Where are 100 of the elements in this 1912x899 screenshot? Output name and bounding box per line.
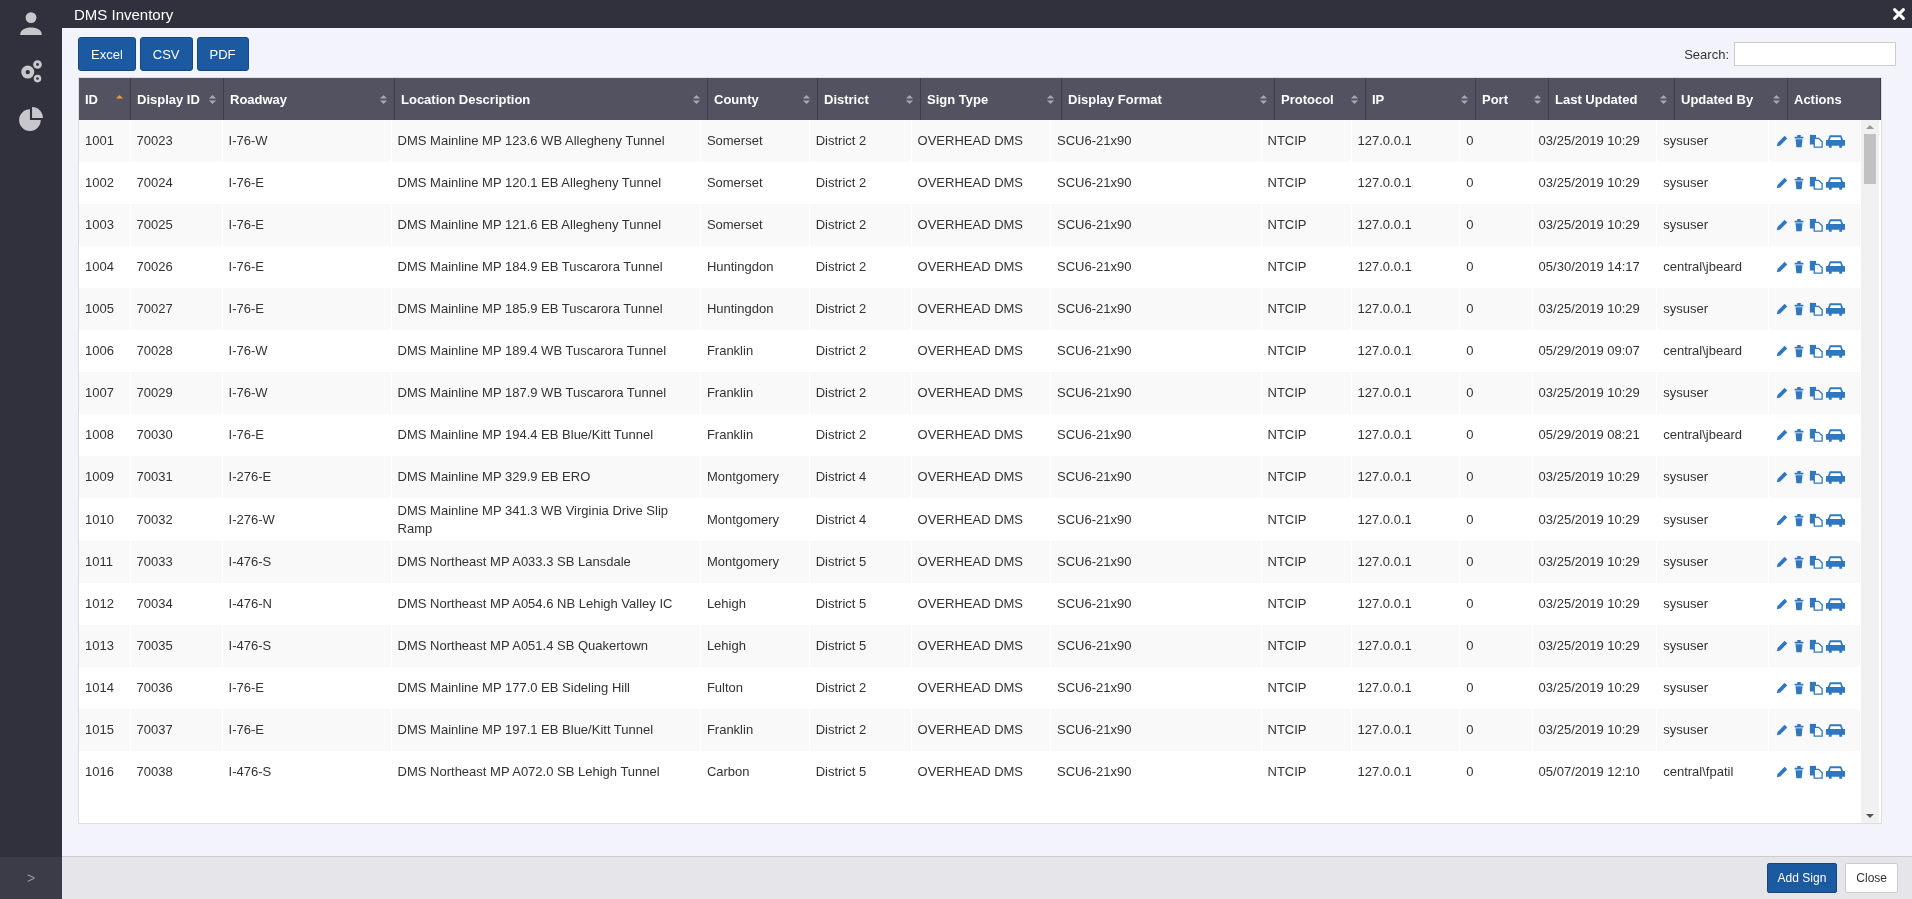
sort-icon[interactable]: [1350, 93, 1359, 105]
car-icon[interactable]: [1826, 723, 1845, 738]
pencil-icon[interactable]: [1775, 302, 1789, 316]
column-header[interactable]: Display Format: [1068, 91, 1162, 107]
copy-icon[interactable]: [1809, 555, 1823, 570]
car-icon[interactable]: [1826, 302, 1845, 316]
pencil-icon[interactable]: [1775, 260, 1789, 274]
copy-icon[interactable]: [1809, 260, 1823, 274]
pencil-icon[interactable]: [1775, 555, 1789, 570]
car-icon[interactable]: [1826, 555, 1845, 570]
pie-chart-icon[interactable]: [18, 106, 44, 132]
sort-icon[interactable]: [1259, 93, 1268, 105]
car-icon[interactable]: [1826, 512, 1845, 527]
pencil-icon[interactable]: [1775, 176, 1789, 190]
trash-icon[interactable]: [1792, 765, 1806, 780]
car-icon[interactable]: [1826, 470, 1845, 484]
copy-icon[interactable]: [1809, 597, 1823, 612]
export-button[interactable]: CSV: [139, 37, 193, 71]
car-icon[interactable]: [1826, 428, 1845, 442]
pencil-icon[interactable]: [1775, 681, 1789, 696]
car-icon[interactable]: [1826, 765, 1845, 780]
column-header[interactable]: ID: [85, 91, 98, 107]
car-icon[interactable]: [1826, 639, 1845, 654]
trash-icon[interactable]: [1792, 134, 1806, 148]
scroll-down-icon[interactable]: [1866, 813, 1874, 819]
column-header[interactable]: County: [714, 91, 759, 107]
trash-icon[interactable]: [1792, 512, 1806, 527]
trash-icon[interactable]: [1792, 302, 1806, 316]
car-icon[interactable]: [1826, 260, 1845, 274]
trash-icon[interactable]: [1792, 470, 1806, 484]
column-header[interactable]: Display ID: [137, 91, 200, 107]
trash-icon[interactable]: [1792, 344, 1806, 358]
column-header[interactable]: Sign Type: [927, 91, 989, 107]
pencil-icon[interactable]: [1775, 723, 1789, 738]
column-header[interactable]: Location Description: [401, 91, 531, 107]
footer-button[interactable]: Close: [1845, 863, 1898, 893]
trash-icon[interactable]: [1792, 428, 1806, 442]
search-field[interactable]: [1734, 42, 1896, 66]
copy-icon[interactable]: [1809, 386, 1823, 400]
sort-icon[interactable]: [692, 93, 701, 105]
sort-icon[interactable]: [1533, 93, 1542, 105]
car-icon[interactable]: [1826, 176, 1845, 190]
sort-icon[interactable]: [1046, 93, 1055, 105]
column-header[interactable]: Last Updated: [1555, 91, 1638, 107]
column-header[interactable]: Roadway: [230, 91, 288, 107]
trash-icon[interactable]: [1792, 639, 1806, 654]
pencil-icon[interactable]: [1775, 428, 1789, 442]
copy-icon[interactable]: [1809, 723, 1823, 738]
copy-icon[interactable]: [1809, 512, 1823, 527]
sort-icon[interactable]: [802, 93, 811, 105]
car-icon[interactable]: [1826, 344, 1845, 358]
user-icon[interactable]: [18, 10, 44, 36]
column-header[interactable]: Port: [1482, 91, 1508, 107]
copy-icon[interactable]: [1809, 134, 1823, 148]
trash-icon[interactable]: [1792, 723, 1806, 738]
copy-icon[interactable]: [1809, 344, 1823, 358]
sort-icon[interactable]: [379, 93, 388, 105]
copy-icon[interactable]: [1809, 765, 1823, 780]
pencil-icon[interactable]: [1775, 765, 1789, 780]
pencil-icon[interactable]: [1775, 597, 1789, 612]
copy-icon[interactable]: [1809, 218, 1823, 232]
car-icon[interactable]: [1826, 597, 1845, 612]
sort-icon[interactable]: [208, 93, 217, 105]
copy-icon[interactable]: [1809, 681, 1823, 696]
copy-icon[interactable]: [1809, 470, 1823, 484]
pencil-icon[interactable]: [1775, 639, 1789, 654]
sort-icon[interactable]: [1659, 93, 1668, 105]
car-icon[interactable]: [1826, 681, 1845, 696]
footer-button[interactable]: Add Sign: [1766, 863, 1838, 893]
copy-icon[interactable]: [1809, 428, 1823, 442]
column-header[interactable]: District: [824, 91, 869, 107]
settings-icon[interactable]: [18, 58, 44, 84]
pencil-icon[interactable]: [1775, 470, 1789, 484]
trash-icon[interactable]: [1792, 218, 1806, 232]
export-button[interactable]: PDF: [196, 37, 249, 71]
car-icon[interactable]: [1826, 134, 1845, 148]
trash-icon[interactable]: [1792, 260, 1806, 274]
close-icon[interactable]: [1892, 7, 1906, 21]
trash-icon[interactable]: [1792, 555, 1806, 570]
pencil-icon[interactable]: [1775, 218, 1789, 232]
column-header[interactable]: Updated By: [1681, 91, 1754, 107]
copy-icon[interactable]: [1809, 302, 1823, 316]
expand-toggle[interactable]: >: [26, 870, 36, 886]
pencil-icon[interactable]: [1775, 344, 1789, 358]
sort-icon[interactable]: [1772, 93, 1781, 105]
pencil-icon[interactable]: [1775, 134, 1789, 148]
scrollbar[interactable]: [1861, 120, 1879, 823]
column-header[interactable]: IP: [1372, 91, 1385, 107]
trash-icon[interactable]: [1792, 386, 1806, 400]
copy-icon[interactable]: [1809, 176, 1823, 190]
car-icon[interactable]: [1826, 218, 1845, 232]
copy-icon[interactable]: [1809, 639, 1823, 654]
sort-icon[interactable]: [905, 93, 914, 105]
scroll-up-icon[interactable]: [1866, 124, 1874, 130]
scroll-thumb[interactable]: [1864, 134, 1876, 184]
trash-icon[interactable]: [1792, 597, 1806, 612]
pencil-icon[interactable]: [1775, 386, 1789, 400]
column-header[interactable]: Protocol: [1281, 91, 1334, 107]
column-header[interactable]: Actions: [1794, 91, 1842, 107]
export-button[interactable]: Excel: [78, 37, 136, 71]
